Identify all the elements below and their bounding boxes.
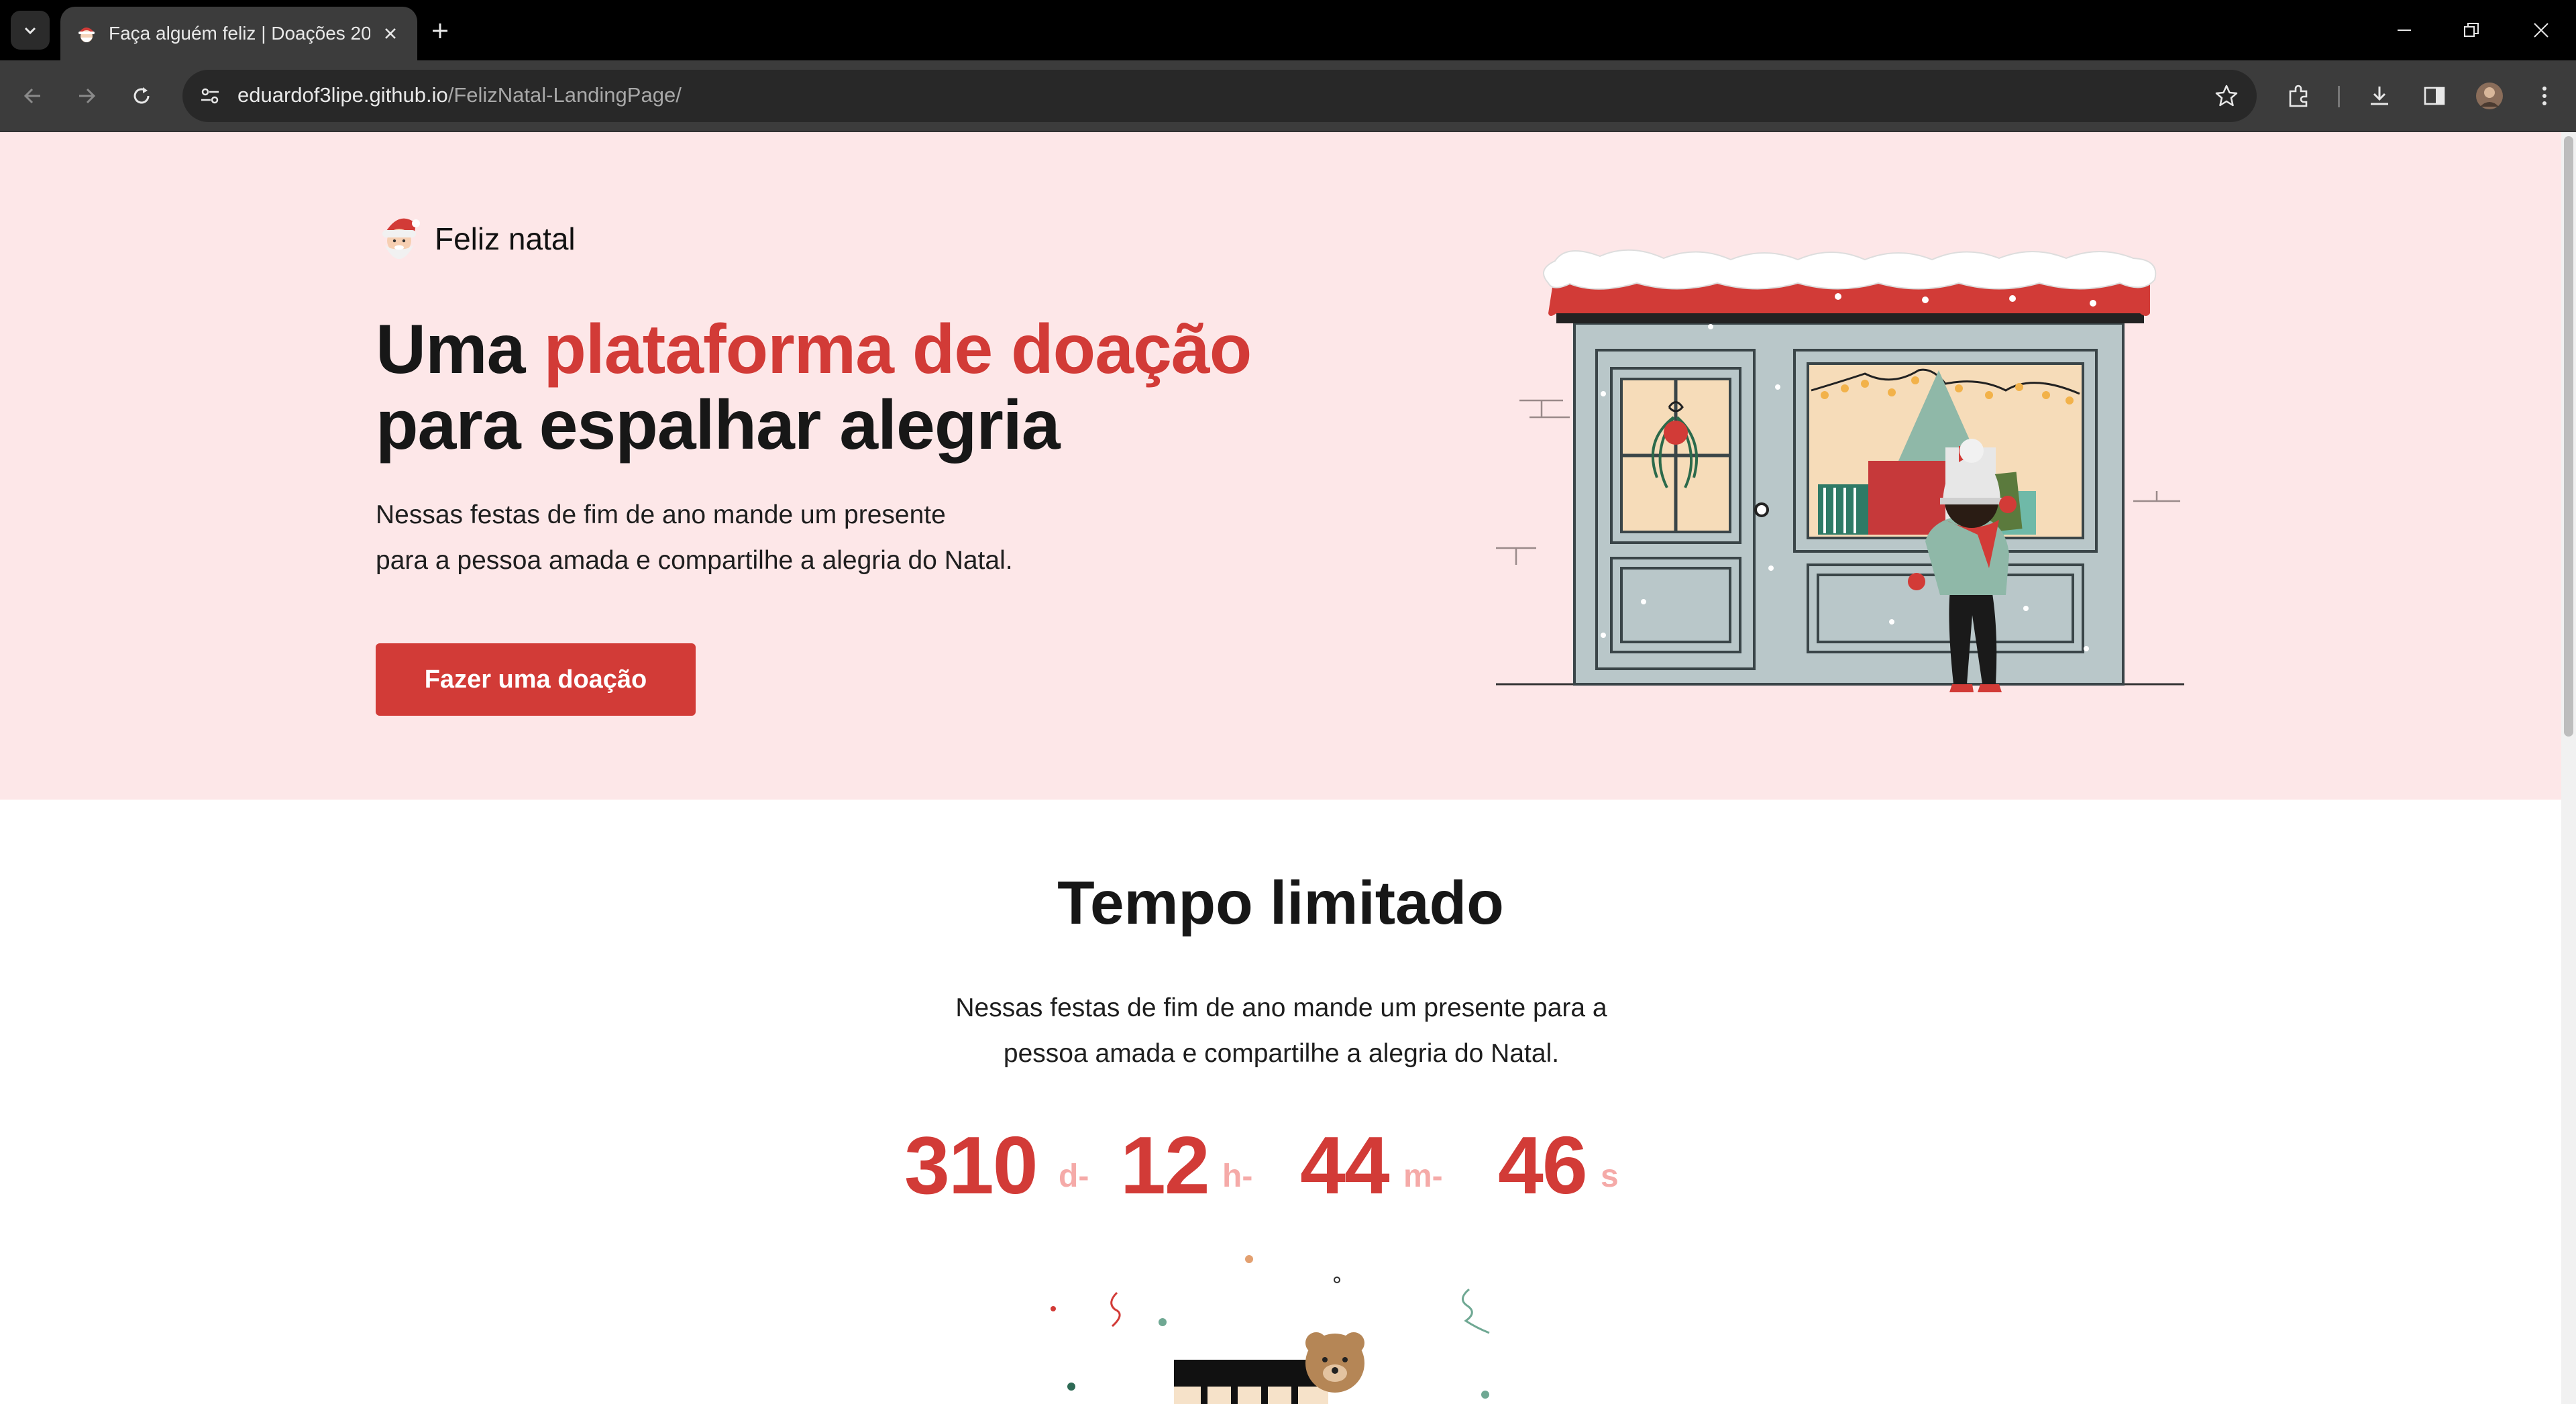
reload-icon — [133, 87, 150, 104]
forward-button[interactable] — [67, 76, 106, 115]
arrow-right-icon — [79, 88, 96, 104]
browser-tab-bar: Faça alguém feliz | Doações 2023 — [0, 0, 2576, 60]
bookmark-button[interactable] — [2208, 78, 2245, 114]
arrow-left-icon — [23, 88, 40, 104]
countdown-hours-unit: h- — [1222, 1158, 1253, 1194]
minimize-button[interactable] — [2372, 7, 2436, 54]
countdown-subtitle-line2: pessoa amada e compartilhe a alegria do … — [1003, 1039, 1560, 1068]
extensions-button[interactable] — [2279, 76, 2318, 115]
minimize-icon — [2398, 30, 2411, 31]
url-text: eduardof3lipe.github.io/FelizNatal-Landi… — [237, 83, 682, 107]
star-icon — [2215, 85, 2238, 107]
countdown-seconds-unit: s — [1601, 1158, 1619, 1194]
avatar — [2476, 83, 2503, 109]
address-bar[interactable]: eduardof3lipe.github.io/FelizNatal-Landi… — [182, 70, 2257, 122]
url-path: /FelizNatal-LandingPage/ — [447, 83, 682, 107]
downloads-button[interactable] — [2360, 76, 2399, 115]
hero-title-part1: Uma — [376, 311, 544, 388]
profile-button[interactable] — [2470, 76, 2509, 115]
close-icon — [385, 28, 396, 39]
browser-menu-button[interactable] — [2525, 76, 2564, 115]
hero-title-accent: plataforma de doação — [543, 311, 1252, 388]
christmas-shop-illustration — [1496, 249, 2184, 692]
countdown-subtitle: Nessas festas de fim de ano mande um pre… — [932, 985, 1630, 1077]
close-window-button[interactable] — [2509, 7, 2573, 54]
hero-title: Uma plataforma de doação para espalhar al… — [376, 311, 1252, 464]
countdown-hours: 12 — [1120, 1120, 1210, 1211]
hero-subtitle: Nessas festas de fim de ano mande um pre… — [376, 492, 1114, 584]
browser-tab-active[interactable]: Faça alguém feliz | Doações 2023 — [60, 7, 417, 60]
tab-close-button[interactable] — [374, 17, 407, 50]
hero-title-line2: para espalhar alegria — [376, 386, 1061, 464]
teddy-bear-confetti-illustration — [1051, 1255, 1490, 1404]
countdown-minutes: 44 — [1300, 1120, 1390, 1211]
site-info-button[interactable] — [192, 78, 228, 114]
hero-section: Feliz natal Uma plataforma de doação para… — [0, 132, 2561, 800]
hero-subtitle-line2: para a pessoa amada e compartilhe a aleg… — [376, 546, 1013, 575]
puzzle-icon — [2289, 85, 2308, 107]
browser-toolbar: eduardof3lipe.github.io/FelizNatal-Landi… — [0, 60, 2576, 133]
donate-button[interactable]: Fazer uma doação — [376, 643, 696, 716]
hero-subtitle-line1: Nessas festas de fim de ano mande um pre… — [376, 500, 946, 529]
countdown-days-unit: d- — [1059, 1158, 1089, 1194]
tab-search-button[interactable] — [11, 11, 50, 50]
toolbar-separator — [2338, 86, 2340, 107]
close-icon — [2534, 23, 2548, 38]
chevron-down-icon — [24, 27, 36, 35]
plus-icon — [433, 23, 447, 38]
new-tab-button[interactable] — [421, 12, 459, 50]
countdown-minutes-unit: m- — [1403, 1158, 1443, 1194]
brand-logo-link[interactable]: Feliz natal — [376, 212, 576, 266]
back-button[interactable] — [13, 76, 52, 115]
side-panel-button[interactable] — [2415, 76, 2454, 115]
restore-icon — [2464, 23, 2479, 37]
santa-logo-icon — [382, 218, 420, 259]
scrollbar-thumb[interactable] — [2564, 136, 2573, 737]
restore-button[interactable] — [2439, 7, 2504, 54]
page-scrollbar[interactable] — [2561, 132, 2576, 1404]
countdown-days: 310 — [904, 1120, 1038, 1211]
side-panel-icon — [2424, 87, 2445, 105]
countdown-subtitle-line1: Nessas festas de fim de ano mande um pre… — [955, 993, 1607, 1022]
page-viewport: Feliz natal Uma plataforma de doação para… — [0, 132, 2576, 1404]
santa-favicon-icon — [78, 28, 95, 42]
countdown-seconds: 46 — [1498, 1120, 1588, 1211]
url-host: eduardof3lipe.github.io — [237, 83, 448, 107]
more-vert-icon — [2542, 87, 2546, 105]
brand-name: Feliz natal — [435, 221, 576, 256]
tune-icon — [201, 88, 219, 104]
download-icon — [2371, 87, 2388, 105]
reload-button[interactable] — [122, 76, 161, 115]
countdown-title: Tempo limitado — [1057, 869, 1504, 937]
tab-title: Faça alguém feliz | Doações 2023 — [109, 23, 370, 44]
